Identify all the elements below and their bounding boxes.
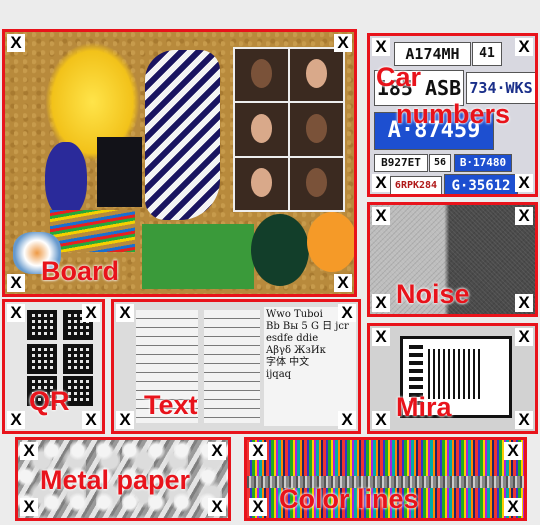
marker-x: X — [334, 34, 352, 52]
striped-fabric — [145, 50, 220, 220]
handwritten-column — [204, 310, 260, 423]
portrait — [290, 49, 343, 102]
marker-x: X — [372, 328, 390, 346]
marker-x: X — [208, 498, 226, 516]
marker-x: X — [82, 304, 100, 322]
metal-paper-label: Metal paper — [40, 465, 191, 495]
marker-x: X — [116, 411, 134, 429]
license-plate: B·17480 — [454, 154, 512, 172]
mira-panel: X X X X Mira — [367, 323, 538, 434]
marker-x: X — [338, 304, 356, 322]
marker-x: X — [338, 411, 356, 429]
marker-x: X — [515, 174, 533, 192]
marker-x: X — [7, 274, 25, 292]
portrait — [235, 49, 288, 102]
license-plate: B927ET — [374, 154, 428, 172]
marker-x: X — [515, 294, 533, 312]
qr-label: QR — [29, 386, 70, 416]
marker-x: X — [372, 38, 390, 56]
marker-x: X — [82, 411, 100, 429]
mira-label: Mira — [396, 392, 452, 422]
marker-x: X — [7, 34, 25, 52]
qr-panel: X X X X QR — [2, 299, 105, 434]
marker-x: X — [20, 498, 38, 516]
marker-x: X — [515, 207, 533, 225]
portrait-grid — [233, 47, 345, 212]
license-plate-region: 56 — [429, 154, 451, 172]
marker-x: X — [208, 442, 226, 460]
blue-yarn — [45, 142, 87, 217]
marker-x: X — [515, 38, 533, 56]
portrait — [290, 103, 343, 156]
lego-board — [142, 224, 254, 289]
car-label-line1: Car — [376, 62, 422, 92]
portrait — [235, 157, 288, 210]
license-plate: G·35612 — [444, 174, 518, 194]
text-label: Text — [144, 390, 198, 420]
color-lines-label: Color lines — [279, 484, 419, 514]
qr-code — [27, 344, 57, 374]
marker-x: X — [116, 304, 134, 322]
marker-x: X — [20, 442, 38, 460]
font-samples: Wwo Tuboi Bb Вы 5 G 日 jcr esdfe ddie Αβγ… — [264, 307, 356, 426]
marker-x: X — [372, 207, 390, 225]
marker-x: X — [372, 411, 390, 429]
marker-x: X — [515, 411, 533, 429]
car-numbers-panel: A174MH 41 185 ASB 734·WKS A·87459 B927ET… — [367, 33, 538, 197]
qr-code — [63, 344, 93, 374]
green-yarn-ball — [251, 214, 309, 286]
qr-code — [27, 310, 57, 340]
license-plate: 6RPK284 — [390, 176, 442, 194]
marker-x: X — [7, 411, 25, 429]
noise-panel: X X X X Noise — [367, 202, 538, 317]
marker-x: X — [504, 498, 522, 516]
marker-x: X — [334, 274, 352, 292]
marker-x: X — [515, 328, 533, 346]
marker-x: X — [372, 294, 390, 312]
portrait — [290, 157, 343, 210]
noise-label: Noise — [396, 279, 470, 309]
board-label: Board — [41, 256, 120, 286]
board-panel: X X X X Board — [2, 29, 357, 297]
marker-x: X — [372, 174, 390, 192]
marker-x: X — [249, 498, 267, 516]
marker-x: X — [504, 442, 522, 460]
car-label-line2: numbers — [396, 99, 511, 129]
marker-x: X — [7, 304, 25, 322]
portrait — [235, 103, 288, 156]
text-panel: Wwo Tuboi Bb Вы 5 G 日 jcr esdfe ddie Αβγ… — [111, 299, 361, 434]
black-card — [97, 137, 142, 207]
orange-yarn-ball — [307, 212, 354, 272]
metal-paper-panel: X X X X Metal paper — [15, 437, 231, 521]
marker-x: X — [249, 442, 267, 460]
license-plate-region: 41 — [472, 42, 502, 66]
color-lines-panel: X X X X Color lines — [244, 437, 527, 521]
colored-pencils — [50, 210, 135, 252]
